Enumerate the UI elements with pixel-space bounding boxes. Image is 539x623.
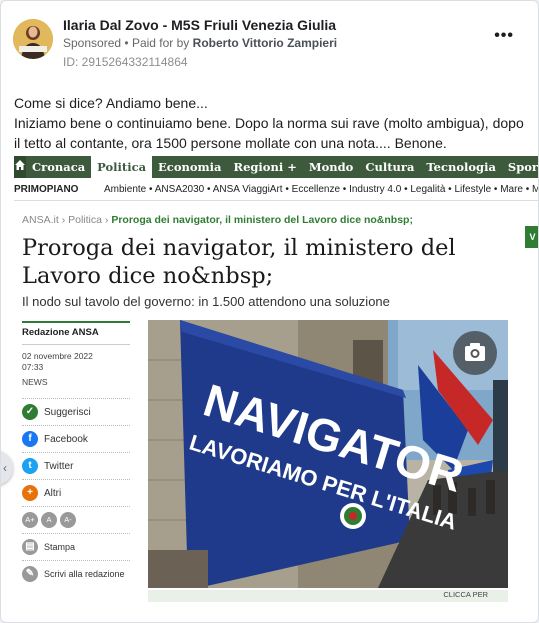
write-label: Scrivi alla redazione (44, 569, 125, 579)
font-increase-button[interactable]: A+ (22, 512, 38, 528)
social-share: ✓ Suggerisci f Facebook t Twitter + Altr… (22, 398, 130, 587)
article-headline: Proroga dei navigator, il ministero del … (22, 235, 456, 289)
post-text-line-1: Come si dice? Andiamo bene... (14, 95, 208, 111)
chevron-left-icon[interactable]: ‹ (1, 451, 13, 485)
plus-icon: + (22, 485, 38, 501)
print-label: Stampa (44, 542, 76, 552)
write-link[interactable]: ✎ Scrivi alla redazione (22, 560, 130, 587)
site-sub-nav: PRIMOPIANO Ambiente • ANSA2030 • ANSA Vi… (14, 180, 538, 198)
article-body: ANSA.it › Politica › Proroga dei navigat… (20, 208, 508, 602)
sponsor-line: Sponsored • Paid for by Roberto Vittorio… (63, 36, 337, 50)
payer-name: Roberto Vittorio Zampieri (192, 36, 338, 50)
twitter-icon: t (22, 458, 38, 474)
share-label: Twitter (44, 460, 74, 472)
font-reset-button[interactable]: A (41, 512, 57, 528)
share-label: Altri (44, 487, 62, 499)
author-avatar[interactable] (13, 19, 53, 59)
dot-separator: • (124, 36, 129, 50)
article-kind: NEWS (22, 377, 48, 387)
nav-item-economia[interactable]: Economia (152, 156, 227, 178)
article-date: 02 novembre 2022 (22, 351, 93, 361)
nav-item-sport[interactable]: Sport (502, 156, 538, 178)
nav-item-mondo[interactable]: Mondo (303, 156, 359, 178)
breadcrumb-separator: › (61, 214, 66, 226)
sponsored-label: Sponsored (63, 36, 122, 50)
author-name[interactable]: Ilaria Dal Zovo - M5S Friuli Venezia Giu… (63, 17, 336, 33)
breadcrumb: ANSA.it › Politica › Proroga dei navigat… (22, 214, 413, 226)
subnav-items[interactable]: Ambiente • ANSA2030 • ANSA ViaggiArt • E… (104, 184, 538, 195)
side-tab[interactable]: V (525, 226, 538, 248)
paid-for-label: Paid for by (131, 36, 190, 50)
nav-item-regioni[interactable]: Regioni + (228, 156, 303, 178)
nav-item-tecnologia[interactable]: Tecnologia (420, 156, 502, 178)
subnav-primopiano[interactable]: PRIMOPIANO (14, 184, 78, 195)
home-icon[interactable] (14, 156, 26, 178)
camera-icon[interactable] (453, 331, 497, 375)
more-options-icon[interactable]: ••• (494, 27, 514, 45)
thumbs-up-icon: ✓ (22, 404, 38, 420)
print-icon: ▤ (22, 539, 38, 555)
nav-item-cultura[interactable]: Cultura (359, 156, 420, 178)
sponsored-post-card: Ilaria Dal Zovo - M5S Friuli Venezia Giu… (0, 0, 539, 623)
post-text: Come si dice? Andiamo bene... Iniziamo b… (14, 93, 529, 153)
article-time: 07:33 (22, 362, 44, 372)
pencil-icon: ✎ (22, 566, 38, 582)
share-facebook[interactable]: f Facebook (22, 425, 130, 452)
print-link[interactable]: ▤ Stampa (22, 533, 130, 560)
post-header: Ilaria Dal Zovo - M5S Friuli Venezia Giu… (13, 17, 526, 73)
post-text-line-2: Iniziamo bene o continuiamo bene. Dopo l… (14, 115, 524, 151)
article-meta: 02 novembre 2022 07:33 NEWS (22, 344, 130, 388)
breadcrumb-site[interactable]: ANSA.it (22, 214, 59, 226)
photo-caption[interactable]: CLICCA PER (148, 590, 508, 602)
article-subheadline: Il nodo sul tavolo del governo: in 1.500… (22, 294, 390, 309)
share-label: Suggerisci (44, 406, 91, 418)
nav-item-cronaca[interactable]: Cronaca (26, 156, 91, 178)
share-altri[interactable]: + Altri (22, 479, 130, 506)
share-twitter[interactable]: t Twitter (22, 452, 130, 479)
breadcrumb-current: Proroga dei navigator, il ministero del … (111, 214, 413, 226)
facebook-icon: f (22, 431, 38, 447)
ad-id: ID: 2915264332114864 (63, 55, 188, 69)
share-suggerisci[interactable]: ✓ Suggerisci (22, 398, 130, 425)
site-top-nav: Cronaca Politica Economia Regioni + Mond… (14, 156, 538, 178)
nav-item-politica[interactable]: Politica (91, 156, 153, 178)
article-screenshot: Cronaca Politica Economia Regioni + Mond… (14, 156, 538, 602)
font-decrease-button[interactable]: A- (60, 512, 76, 528)
breadcrumb-separator: › (104, 214, 109, 226)
share-label: Facebook (44, 433, 88, 445)
byline: Redazione ANSA (22, 321, 130, 338)
divider (14, 200, 538, 201)
breadcrumb-section[interactable]: Politica (68, 214, 102, 226)
font-size-controls: A+ A A- (22, 506, 130, 533)
